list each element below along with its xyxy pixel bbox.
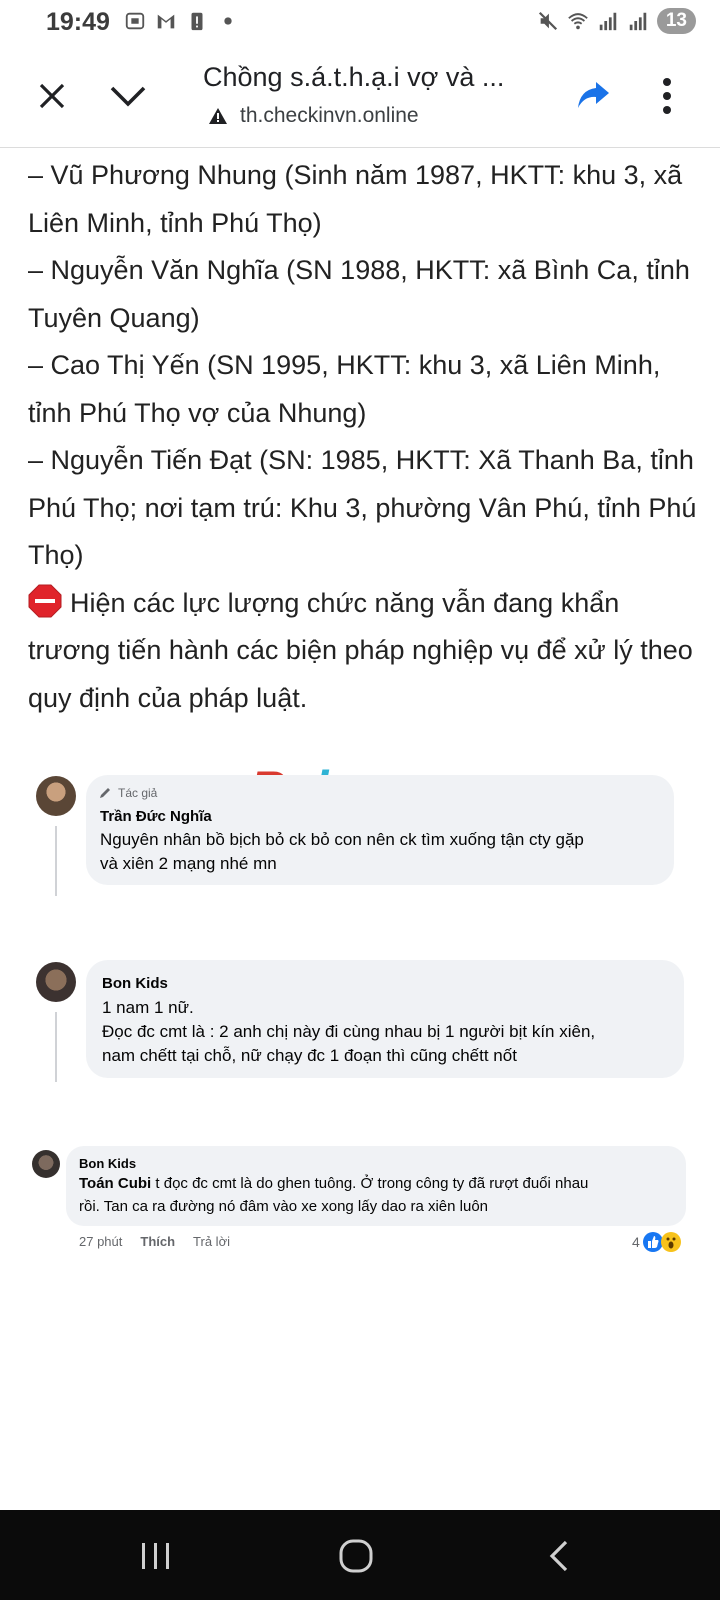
- custom-tab-toolbar: Chồng s.á.t.h.ạ.i vợ và ... th.checkinvn…: [0, 46, 720, 148]
- battery-level: 13: [656, 8, 696, 34]
- article-paragraph: – Cao Thị Yến (SN 1995, HKTT: khu 3, xã …: [28, 350, 661, 428]
- signal-icon: [629, 12, 647, 31]
- back-icon[interactable]: [540, 1536, 580, 1576]
- dot-icon: [224, 17, 232, 25]
- comment-text: 1 nam 1 nữ. Đọc đc cmt là : 2 anh chị nà…: [102, 998, 596, 1065]
- page-title: Chồng s.á.t.h.ạ.i vợ và ...: [203, 62, 505, 92]
- mute-icon: [538, 11, 557, 31]
- avatar[interactable]: [36, 962, 76, 1002]
- more-vert-icon[interactable]: [653, 74, 681, 118]
- article-paragraph: – Nguyễn Văn Nghĩa (SN 1988, HKTT: xã Bì…: [28, 255, 690, 333]
- thread-line: [55, 826, 57, 896]
- reaction-count: 4: [632, 1234, 640, 1250]
- status-bar: 19:49 13: [0, 0, 720, 46]
- avatar[interactable]: [36, 776, 76, 816]
- comment-author[interactable]: Bon Kids: [102, 975, 168, 992]
- comment-bubble[interactable]: Bon Kids Toán Cubi t đọc đc cmt là do gh…: [66, 1146, 686, 1226]
- wow-reaction-icon: [660, 1232, 681, 1252]
- comment-text: Nguyên nhân bồ bịch bỏ ck bỏ con nên ck …: [100, 830, 584, 873]
- comment-author[interactable]: Trần Đức Nghĩa: [100, 808, 212, 825]
- pen-icon: [100, 788, 110, 798]
- warning-icon: [209, 108, 227, 124]
- signal-icon: [599, 12, 617, 31]
- article-paragraph: – Vũ Phương Nhung (Sinh năm 1987, HKTT: …: [28, 160, 683, 238]
- status-notification-icons: [124, 10, 239, 32]
- comment-bubble[interactable]: Bon Kids 1 nam 1 nữ. Đọc đc cmt là : 2 a…: [86, 960, 684, 1078]
- chevron-down-icon[interactable]: [106, 76, 150, 116]
- stop-sign-icon: [28, 584, 62, 617]
- mention-link[interactable]: Toán Cubi: [79, 1175, 151, 1192]
- author-badge: Tác giả: [98, 786, 157, 800]
- thread-line: [55, 1012, 57, 1082]
- comment-author[interactable]: Bon Kids: [79, 1156, 136, 1171]
- screenshot-icon: [125, 12, 145, 30]
- share-icon[interactable]: [574, 76, 612, 114]
- comment-bubble[interactable]: Tác giả Trần Đức Nghĩa Nguyên nhân bồ bị…: [86, 775, 674, 885]
- system-navigation-bar: [0, 1510, 720, 1600]
- comment-time: 27 phút: [79, 1234, 123, 1249]
- reactions[interactable]: 4: [632, 1231, 682, 1253]
- comment-text: Toán Cubi t đọc đc cmt là do ghen tuông.…: [79, 1175, 589, 1215]
- status-time: 19:49: [46, 8, 110, 36]
- article-body: – Vũ Phương Nhung (Sinh năm 1987, HKTT: …: [28, 152, 698, 722]
- article-paragraph-final: Hiện các lực lượng chức năng vẫn đang kh…: [28, 580, 698, 723]
- article-paragraph: – Nguyễn Tiến Đạt (SN: 1985, HKTT: Xã Th…: [28, 445, 697, 570]
- comment-actions: 27 phút Thích Trả lời: [79, 1234, 230, 1249]
- url-row[interactable]: th.checkinvn.online: [208, 104, 419, 128]
- status-system-icons: 13: [537, 8, 696, 34]
- home-icon[interactable]: [336, 1536, 376, 1576]
- avatar[interactable]: [32, 1150, 60, 1178]
- gmail-icon: [157, 14, 175, 29]
- wifi-icon: [568, 13, 588, 30]
- page-url: th.checkinvn.online: [240, 104, 419, 127]
- recent-apps-icon[interactable]: [136, 1536, 176, 1576]
- final-paragraph-text: Hiện các lực lượng chức năng vẫn đang kh…: [28, 587, 693, 713]
- reply-button[interactable]: Trả lời: [193, 1234, 230, 1249]
- close-icon[interactable]: [32, 76, 72, 116]
- battery-alert-icon: [191, 12, 203, 31]
- like-button[interactable]: Thích: [140, 1234, 175, 1249]
